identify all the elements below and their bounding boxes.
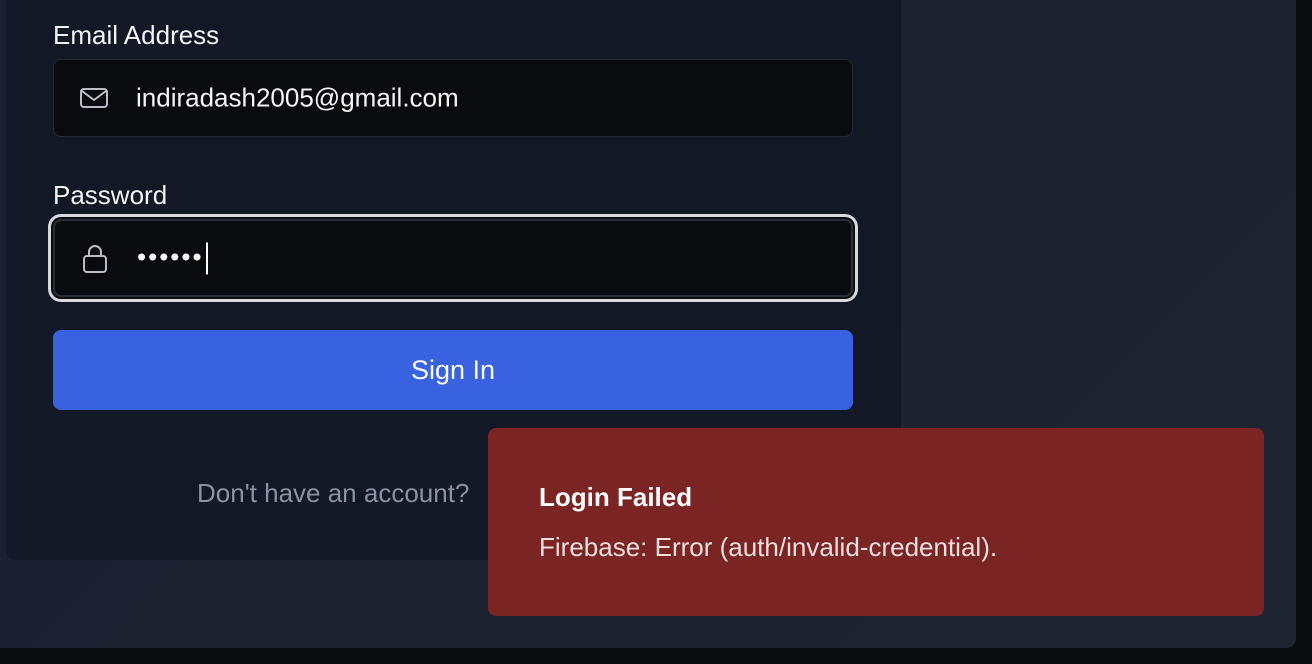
password-field[interactable]: ••••••: [53, 219, 853, 297]
sign-in-button[interactable]: Sign In: [53, 330, 853, 410]
password-label: Password: [53, 180, 168, 210]
toast-title: Login Failed: [539, 482, 693, 512]
lock-icon: [79, 242, 111, 274]
signup-prompt: Don't have an account?: [197, 478, 470, 508]
email-value: indiradash2005@gmail.com: [136, 82, 459, 113]
email-label: Email Address: [53, 20, 220, 50]
text-caret: [205, 242, 208, 275]
mail-icon: [78, 82, 110, 114]
toast-message: Firebase: Error (auth/invalid-credential…: [539, 532, 998, 562]
password-value: ••••••: [137, 241, 208, 275]
error-toast[interactable]: Login Failed Firebase: Error (auth/inval…: [488, 428, 1264, 616]
email-field[interactable]: indiradash2005@gmail.com: [53, 59, 853, 137]
